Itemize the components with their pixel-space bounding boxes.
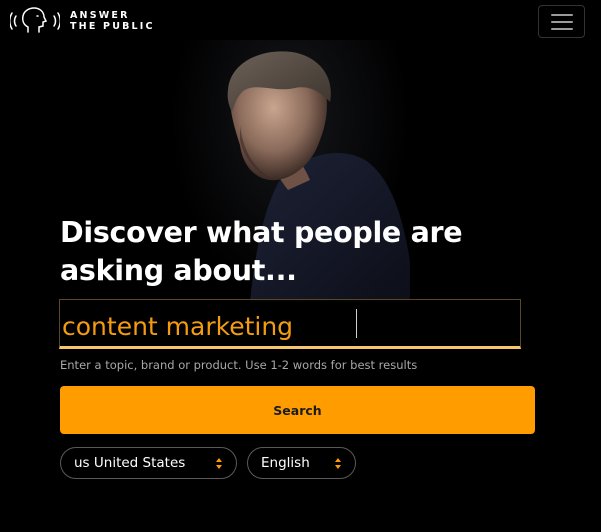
search-button[interactable]: Search bbox=[60, 386, 535, 434]
search-hint: Enter a topic, brand or product. Use 1-2… bbox=[60, 358, 418, 372]
language-select[interactable]: English bbox=[247, 447, 356, 479]
logo[interactable]: ANSWER THE PUBLIC bbox=[10, 6, 155, 36]
text-caret bbox=[356, 309, 357, 338]
select-arrows-icon bbox=[216, 458, 222, 469]
hamburger-menu-icon bbox=[550, 13, 573, 16]
search-box bbox=[59, 299, 521, 349]
header: ANSWER THE PUBLIC bbox=[0, 0, 601, 40]
menu-button[interactable] bbox=[538, 5, 585, 38]
select-arrows-icon bbox=[335, 458, 341, 469]
head-speaking-icon bbox=[10, 7, 60, 33]
country-select[interactable]: us United States bbox=[60, 447, 237, 479]
logo-text-line2: THE PUBLIC bbox=[70, 21, 155, 32]
headline-line1: Discover what people are bbox=[60, 216, 463, 249]
logo-text-line1: ANSWER bbox=[70, 10, 130, 21]
country-select-value: us United States bbox=[74, 455, 186, 471]
search-input[interactable] bbox=[60, 300, 520, 346]
language-select-value: English bbox=[261, 455, 310, 471]
page-title: Discover what people are asking about... bbox=[60, 214, 480, 290]
headline-line2: asking about... bbox=[60, 254, 297, 287]
